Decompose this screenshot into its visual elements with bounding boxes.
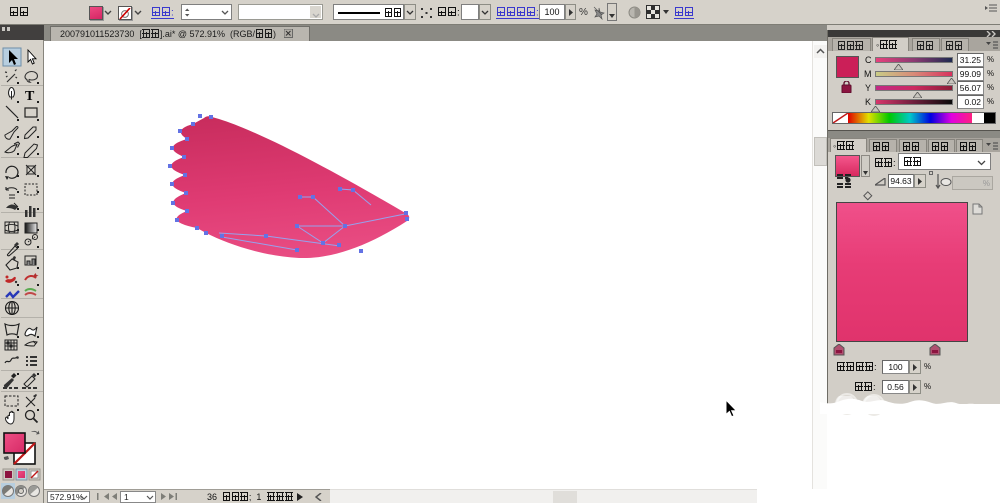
svg-text:T: T — [25, 89, 35, 104]
